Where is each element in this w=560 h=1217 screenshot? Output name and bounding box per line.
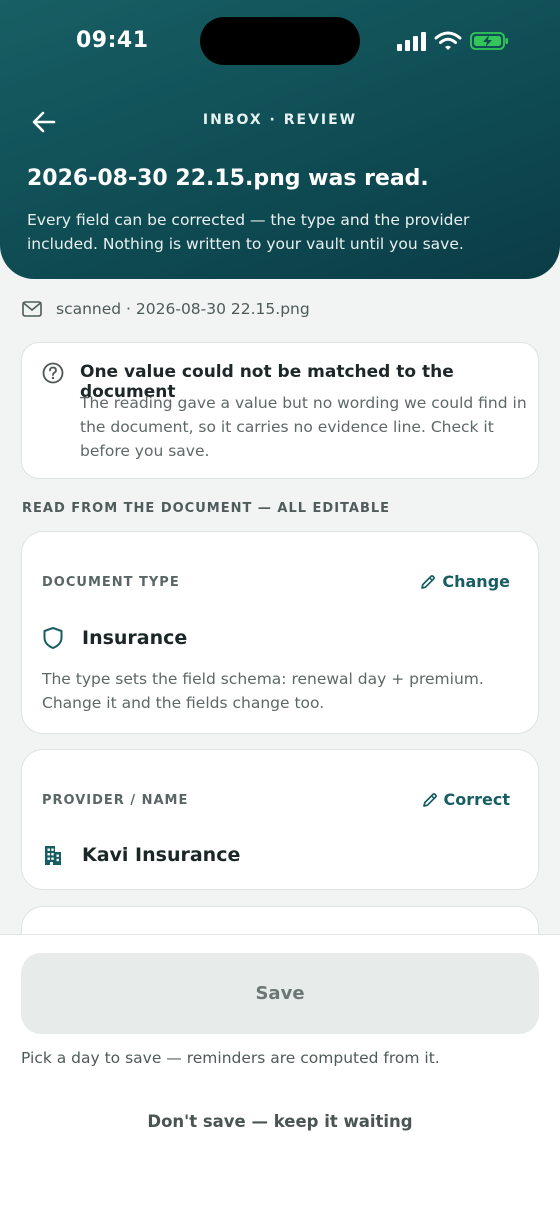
shield-icon [43,627,63,649]
battery-charging-icon [470,32,508,50]
status-time: 09:41 [76,28,149,53]
pencil-icon [421,574,436,589]
mail-icon [22,301,42,317]
document-type-card: DOCUMENT TYPE Change Insurance The type … [21,531,539,734]
signal-icon [397,32,426,51]
change-type-label: Change [442,572,510,591]
document-type-label: DOCUMENT TYPE [42,575,180,590]
dont-save-button[interactable]: Don't save — keep it waiting [0,1112,560,1131]
save-hint: Pick a day to save — reminders are compu… [21,1049,440,1067]
pencil-icon [422,792,437,807]
building-icon [45,846,61,865]
source-line: scanned · 2026-08-30 22.15.png [22,300,310,318]
status-icons [396,29,510,53]
correct-provider-label: Correct [443,790,511,809]
provider-value-row: Kavi Insurance [42,844,240,866]
provider-value: Kavi Insurance [82,844,241,866]
document-type-note: The type sets the field schema: renewal … [42,670,484,712]
page-title: 2026-08-30 22.15.png was read. [27,166,429,191]
document-type-value-row: Insurance [42,626,187,650]
save-button[interactable]: Save [21,953,539,1034]
correct-provider-button[interactable]: Correct [422,790,511,809]
bottom-action-bar: Save Pick a day to save — reminders are … [0,934,560,1217]
source-text: scanned · 2026-08-30 22.15.png [56,300,310,318]
provider-card: PROVIDER / NAME Correct Kavi Insurance [21,749,539,890]
unmatched-value-warning: One value could not be matched to the do… [21,342,539,479]
wifi-icon [434,31,462,50]
question-circle-icon [42,362,64,384]
review-screen: 09:41 INBOX · REVIEW 2026-08-30 22.15.pn… [0,0,560,1217]
dynamic-island [200,17,360,65]
header: 09:41 INBOX · REVIEW 2026-08-30 22.15.pn… [0,0,560,279]
page-subtitle: Every field can be corrected — the type … [27,211,470,253]
warning-body: The reading gave a value but no wording … [80,394,527,460]
provider-label: PROVIDER / NAME [42,793,189,808]
section-label: READ FROM THE DOCUMENT — ALL EDITABLE [22,501,391,516]
document-type-value: Insurance [82,627,188,649]
change-type-button[interactable]: Change [420,572,510,591]
nav-title: INBOX · REVIEW [202,112,358,128]
